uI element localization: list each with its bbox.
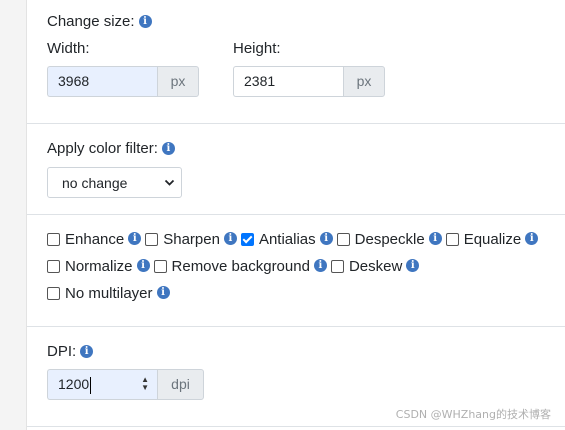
equalize-option[interactable]: Equalize i bbox=[445, 231, 539, 248]
info-icon[interactable]: i bbox=[319, 232, 333, 245]
info-icon[interactable]: i bbox=[313, 259, 327, 272]
height-label: Height: bbox=[233, 40, 281, 57]
settings-panel: Change size: i Width: Height: 3968 px 238… bbox=[26, 0, 565, 430]
deskew-option[interactable]: Deskew i bbox=[330, 258, 420, 275]
dpi-unit-addon: dpi bbox=[157, 369, 204, 400]
divider bbox=[27, 326, 565, 327]
dpi-title: DPI: i bbox=[47, 343, 94, 360]
options-section: Enhance i Sharpen i Antialias i Despeckle i … bbox=[47, 226, 542, 307]
no-multilayer-checkbox[interactable] bbox=[47, 287, 60, 300]
equalize-checkbox[interactable] bbox=[445, 233, 459, 246]
width-label: Width: bbox=[47, 40, 90, 57]
info-icon[interactable]: i bbox=[223, 232, 237, 245]
remove-background-checkbox[interactable] bbox=[153, 260, 167, 273]
divider bbox=[27, 214, 565, 215]
no-multilayer-option[interactable]: No multilayer i bbox=[47, 285, 170, 302]
info-icon[interactable]: i bbox=[161, 141, 175, 155]
dpi-input-group: 1200 ▲ ▼ dpi bbox=[47, 369, 204, 400]
remove-background-option[interactable]: Remove background i bbox=[153, 258, 327, 275]
info-icon[interactable]: i bbox=[406, 259, 420, 272]
info-icon[interactable]: i bbox=[428, 232, 442, 245]
info-icon[interactable]: i bbox=[128, 232, 142, 245]
color-filter-title: Apply color filter: i bbox=[47, 140, 175, 157]
width-input-group: 3968 px bbox=[47, 66, 199, 97]
options-row: No multilayer i bbox=[47, 280, 542, 307]
watermark: CSDN @WHZhang的技术博客 bbox=[395, 408, 551, 421]
width-unit-addon: px bbox=[157, 66, 199, 97]
text-caret bbox=[90, 376, 92, 394]
antialias-checkbox[interactable] bbox=[240, 233, 254, 246]
divider bbox=[27, 123, 565, 124]
divider bbox=[27, 426, 565, 427]
enhance-checkbox[interactable] bbox=[47, 233, 60, 246]
sharpen-option[interactable]: Sharpen i bbox=[145, 231, 237, 248]
normalize-checkbox[interactable] bbox=[47, 260, 60, 273]
despeckle-checkbox[interactable] bbox=[336, 233, 350, 246]
deskew-checkbox[interactable] bbox=[330, 260, 344, 273]
options-row: Enhance i Sharpen i Antialias i Despeckle i … bbox=[47, 226, 542, 253]
width-input[interactable]: 3968 bbox=[47, 66, 157, 97]
dpi-input[interactable]: 1200 ▲ ▼ bbox=[47, 369, 157, 400]
info-icon[interactable]: i bbox=[138, 14, 152, 28]
chevron-down-icon bbox=[164, 168, 175, 212]
info-icon[interactable]: i bbox=[136, 259, 150, 272]
info-icon[interactable]: i bbox=[80, 344, 94, 358]
height-input[interactable]: 2381 bbox=[233, 66, 343, 97]
color-filter-select[interactable]: no change bbox=[47, 167, 182, 198]
antialias-option[interactable]: Antialias i bbox=[240, 231, 333, 248]
despeckle-option[interactable]: Despeckle i bbox=[336, 231, 442, 248]
info-icon[interactable]: i bbox=[156, 286, 170, 299]
height-input-group: 2381 px bbox=[233, 66, 385, 97]
spinner-icon[interactable]: ▲ ▼ bbox=[141, 376, 149, 392]
height-unit-addon: px bbox=[343, 66, 385, 97]
sharpen-checkbox[interactable] bbox=[145, 233, 159, 246]
enhance-option[interactable]: Enhance i bbox=[47, 231, 142, 248]
change-size-title: Change size: i bbox=[47, 13, 152, 30]
normalize-option[interactable]: Normalize i bbox=[47, 258, 150, 275]
info-icon[interactable]: i bbox=[525, 232, 539, 245]
options-row: Normalize i Remove background i Deskew i bbox=[47, 253, 542, 280]
